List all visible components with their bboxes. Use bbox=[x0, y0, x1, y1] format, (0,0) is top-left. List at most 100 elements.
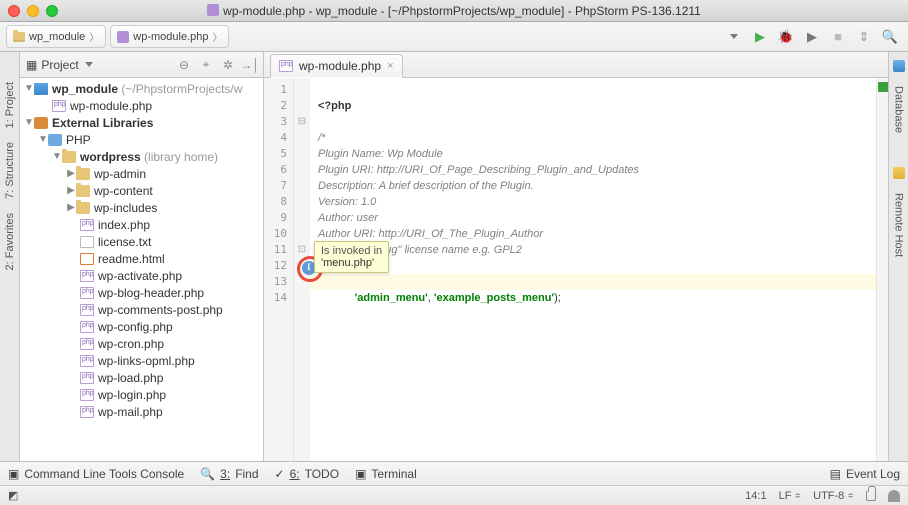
bottom-tool-bar: ▣Command Line Tools Console 🔍3: Find ✓6:… bbox=[0, 461, 908, 485]
todo-icon: ✓ bbox=[275, 467, 285, 481]
php-file-icon bbox=[52, 100, 66, 112]
library-icon bbox=[34, 117, 48, 129]
php-file-icon bbox=[80, 355, 94, 367]
project-view-icon: ▦ bbox=[26, 58, 37, 72]
tree-file[interactable]: wp-config.php bbox=[20, 318, 263, 335]
tooltip-line1: Is invoked in bbox=[321, 245, 382, 257]
folder-icon bbox=[13, 32, 25, 42]
terminal-icon: ▣ bbox=[8, 467, 19, 481]
file-encoding[interactable]: UTF-8≑ bbox=[813, 490, 854, 502]
search-icon: 🔍 bbox=[200, 467, 215, 481]
hector-icon[interactable] bbox=[888, 490, 900, 502]
php-file-icon bbox=[80, 321, 94, 333]
breadcrumb-file[interactable]: wp-module.php 〉 bbox=[110, 25, 229, 48]
event-log-button[interactable]: ▤Event Log bbox=[830, 467, 900, 481]
tree-module-root[interactable]: ▼wp_module (~/PhpstormProjects/w bbox=[20, 80, 263, 97]
tree-file[interactable]: wp-login.php bbox=[20, 386, 263, 403]
code-line: Author: user bbox=[318, 212, 378, 224]
rail-database-button[interactable]: Database bbox=[893, 82, 905, 137]
close-tab-icon[interactable]: × bbox=[387, 60, 393, 72]
code-line: Author URI: http://URI_Of_The_Plugin_Aut… bbox=[318, 228, 543, 240]
rail-favorites-button[interactable]: 2: Favorites bbox=[4, 209, 16, 274]
html-file-icon bbox=[80, 253, 94, 265]
error-stripe[interactable] bbox=[876, 78, 888, 461]
terminal-icon: ▣ bbox=[355, 467, 366, 481]
folder-icon bbox=[76, 185, 90, 197]
file-icon bbox=[207, 4, 219, 16]
php-file-icon bbox=[80, 338, 94, 350]
inspection-ok-icon bbox=[878, 82, 888, 92]
editor-tab[interactable]: wp-module.php × bbox=[270, 54, 403, 78]
project-panel-title: Project bbox=[41, 58, 78, 72]
php-icon bbox=[117, 31, 129, 43]
tree-external-libraries[interactable]: ▼External Libraries bbox=[20, 114, 263, 131]
caret-position[interactable]: 14:1 bbox=[745, 490, 766, 502]
run-button[interactable]: ▶ bbox=[752, 29, 768, 45]
php-file-icon bbox=[80, 270, 94, 282]
tree-file[interactable]: wp-blog-header.php bbox=[20, 284, 263, 301]
tree-wordpress-lib[interactable]: ▼wordpress (library home) bbox=[20, 148, 263, 165]
tree-folder[interactable]: ▶wp-includes bbox=[20, 199, 263, 216]
code-line: Plugin URI: http://URI_Of_Page_Describin… bbox=[318, 164, 639, 176]
tree-file[interactable]: wp-cron.php bbox=[20, 335, 263, 352]
rail-project-button[interactable]: 1: Project bbox=[4, 78, 16, 132]
php-file-icon bbox=[80, 372, 94, 384]
line-separator[interactable]: LF≑ bbox=[779, 490, 802, 502]
terminal-tool-button[interactable]: ▣Terminal bbox=[355, 467, 417, 481]
tree-file[interactable]: wp-links-opml.php bbox=[20, 352, 263, 369]
tree-file[interactable]: wp-module.php bbox=[20, 97, 263, 114]
php-file-icon bbox=[80, 219, 94, 231]
tooltip-line2: 'menu.php' bbox=[321, 257, 374, 269]
hide-button[interactable]: →│ bbox=[243, 58, 257, 72]
tree-file[interactable]: readme.html bbox=[20, 250, 263, 267]
rail-remote-host-button[interactable]: Remote Host bbox=[893, 189, 905, 261]
tree-file[interactable]: wp-comments-post.php bbox=[20, 301, 263, 318]
window-minimize-button[interactable] bbox=[27, 5, 39, 17]
left-tool-rail: 1: Project 7: Structure 2: Favorites bbox=[0, 52, 20, 461]
breadcrumb-root[interactable]: wp_module 〉 bbox=[6, 25, 106, 48]
tree-folder[interactable]: ▶wp-content bbox=[20, 182, 263, 199]
tree-file[interactable]: license.txt bbox=[20, 233, 263, 250]
right-tool-rail: Database Remote Host bbox=[888, 52, 908, 461]
rail-structure-button[interactable]: 7: Structure bbox=[4, 138, 16, 203]
cli-tool-button[interactable]: ▣Command Line Tools Console bbox=[8, 467, 184, 481]
code-line: <?php bbox=[318, 100, 351, 112]
text-file-icon bbox=[80, 236, 94, 248]
window-title: wp-module.php - wp_module - [~/PhpstormP… bbox=[0, 4, 908, 18]
todo-tool-button[interactable]: ✓6: TODO bbox=[275, 467, 340, 481]
breadcrumb-file-label: wp-module.php bbox=[133, 31, 208, 43]
search-everywhere-button[interactable]: 🔍 bbox=[882, 29, 898, 45]
tree-file[interactable]: wp-activate.php bbox=[20, 267, 263, 284]
run-config-dropdown[interactable] bbox=[726, 29, 742, 45]
chevron-right-icon: 〉 bbox=[89, 29, 99, 44]
tree-folder[interactable]: ▶wp-admin bbox=[20, 165, 263, 182]
tree-file[interactable]: index.php bbox=[20, 216, 263, 233]
settings-gear-icon[interactable]: ✲ bbox=[221, 58, 235, 72]
vcs-button[interactable]: ⇕ bbox=[856, 29, 872, 45]
find-tool-button[interactable]: 🔍3: Find bbox=[200, 467, 258, 481]
php-file-icon bbox=[80, 287, 94, 299]
tree-php-lib[interactable]: ▼PHP bbox=[20, 131, 263, 148]
coverage-button[interactable]: ▶ bbox=[804, 29, 820, 45]
code-line: Description: A brief description of the … bbox=[318, 180, 534, 192]
debug-button[interactable]: 🐞 bbox=[778, 29, 794, 45]
code-content[interactable]: <?php /* Plugin Name: Wp Module Plugin U… bbox=[310, 78, 876, 461]
window-zoom-button[interactable] bbox=[46, 5, 58, 17]
folder-icon bbox=[62, 151, 76, 163]
collapse-all-button[interactable]: ⊖ bbox=[177, 58, 191, 72]
readonly-lock-icon[interactable] bbox=[866, 491, 876, 501]
tree-file[interactable]: wp-load.php bbox=[20, 369, 263, 386]
code-line: Version: 1.0 bbox=[318, 196, 376, 208]
window-close-button[interactable] bbox=[8, 5, 20, 17]
navigation-bar: wp_module 〉 wp-module.php 〉 ▶ 🐞 ▶ ■ ⇕ 🔍 bbox=[0, 22, 908, 52]
scroll-from-source-button[interactable]: ⌖ bbox=[199, 58, 213, 72]
chevron-right-icon: 〉 bbox=[212, 29, 222, 44]
project-tree[interactable]: ▼wp_module (~/PhpstormProjects/w wp-modu… bbox=[20, 78, 263, 461]
php-file-icon bbox=[80, 406, 94, 418]
php-file-icon bbox=[279, 60, 293, 72]
stop-button[interactable]: ■ bbox=[830, 29, 846, 45]
tool-windows-toggle-icon[interactable]: ◩ bbox=[8, 489, 18, 502]
project-view-dropdown[interactable] bbox=[85, 62, 93, 67]
tree-file[interactable]: wp-mail.php bbox=[20, 403, 263, 420]
php-file-icon bbox=[80, 389, 94, 401]
